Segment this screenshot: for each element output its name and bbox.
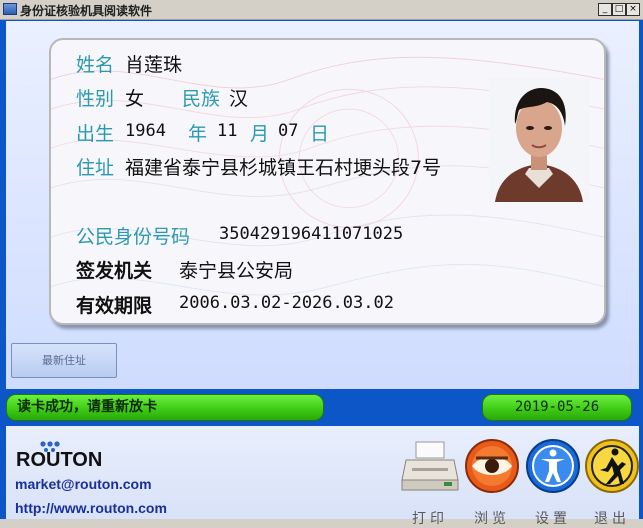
title-bar: 身份证核验机具阅读软件 _ □ × bbox=[0, 0, 643, 20]
authority-value: 泰宁县公安局 bbox=[179, 260, 294, 282]
authority-label: 签发机关 bbox=[76, 260, 153, 282]
browse-button[interactable]: 浏览 bbox=[462, 438, 522, 527]
logo-text: ROUTON bbox=[16, 449, 102, 468]
validity-value: 2006.03.02-2026.03.02 bbox=[179, 293, 394, 313]
exit-label: 退出 bbox=[594, 511, 630, 527]
address-label: 住址 bbox=[76, 157, 115, 179]
latest-address-button[interactable]: 最新住址 bbox=[11, 343, 117, 378]
birth-label: 出生 bbox=[76, 123, 115, 145]
exit-button[interactable]: 退出 bbox=[584, 438, 640, 527]
browse-label: 浏览 bbox=[474, 511, 510, 527]
close-button[interactable]: × bbox=[626, 3, 640, 16]
maximize-button[interactable]: □ bbox=[612, 3, 626, 16]
name-value: 肖莲珠 bbox=[125, 54, 183, 76]
print-button[interactable]: 打印 bbox=[400, 438, 460, 527]
id-number-label: 公民身份号码 bbox=[76, 226, 191, 248]
minimize-button[interactable]: _ bbox=[598, 3, 612, 16]
address-value: 福建省泰宁县杉城镇王石村埂头段7号 bbox=[125, 157, 442, 179]
status-date: 2019-05-26 bbox=[482, 394, 632, 421]
month-label: 月 bbox=[250, 123, 270, 145]
validity-label: 有效期限 bbox=[76, 295, 153, 317]
status-message: 读卡成功，请重新放卡 bbox=[6, 394, 324, 421]
exit-icon bbox=[585, 439, 639, 493]
birth-day: 07 bbox=[278, 121, 299, 141]
birth-year: 1964 bbox=[125, 121, 166, 141]
print-label: 打印 bbox=[412, 511, 448, 527]
settings-label: 设置 bbox=[535, 511, 571, 527]
name-label: 姓名 bbox=[76, 54, 115, 76]
id-card: 姓名 肖莲珠 性别 女 民族 汉 出生 1964 年 11 月 07 日 住址 … bbox=[49, 38, 606, 325]
eye-icon bbox=[465, 439, 519, 493]
day-label: 日 bbox=[310, 123, 330, 145]
portrait-photo bbox=[489, 78, 589, 202]
app-icon bbox=[3, 3, 17, 15]
website-link[interactable]: http://www.routon.com bbox=[15, 500, 167, 516]
gender-label: 性别 bbox=[76, 88, 115, 110]
email-link[interactable]: market@routon.com bbox=[15, 476, 152, 492]
settings-button[interactable]: 设置 bbox=[523, 438, 583, 527]
gender-value: 女 bbox=[125, 88, 145, 110]
accessibility-icon bbox=[526, 439, 580, 493]
ethnicity-label: 民族 bbox=[182, 88, 221, 110]
birth-month: 11 bbox=[217, 121, 238, 141]
year-label: 年 bbox=[188, 123, 208, 145]
id-number-value: 350429196411071025 bbox=[219, 224, 404, 244]
routon-logo: ROUTON bbox=[16, 441, 102, 468]
window-title: 身份证核验机具阅读软件 bbox=[20, 4, 153, 18]
printer-icon bbox=[401, 441, 459, 491]
ethnicity-value: 汉 bbox=[229, 88, 249, 110]
